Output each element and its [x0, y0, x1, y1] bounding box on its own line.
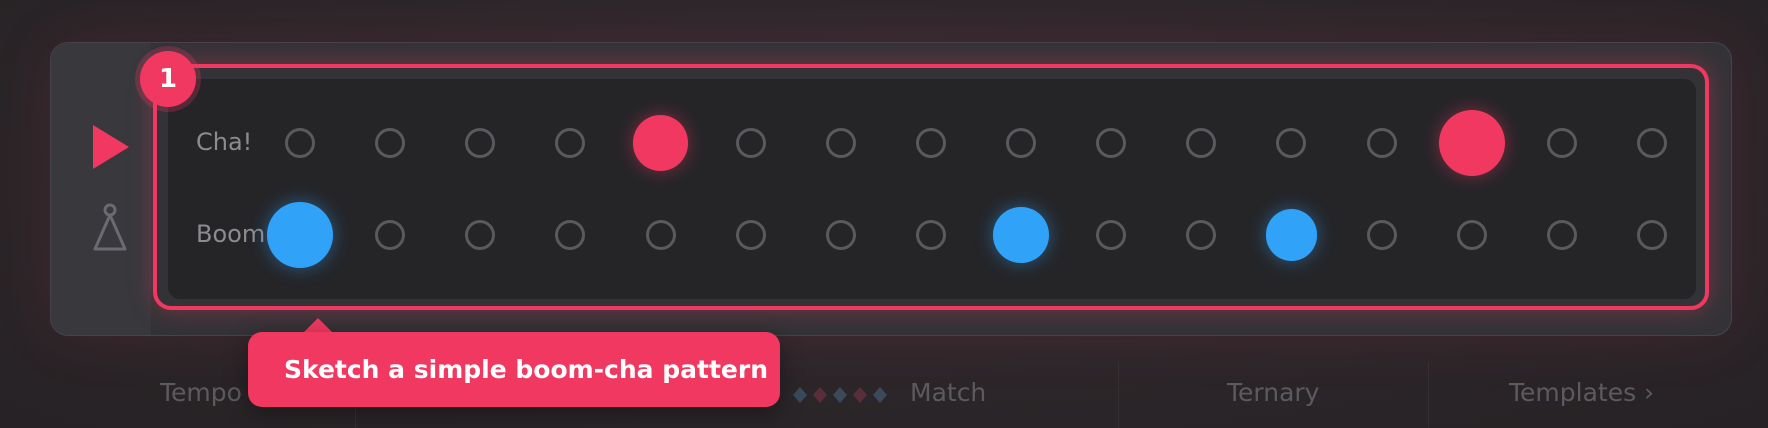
step-cell[interactable]: [915, 128, 946, 158]
step-cell[interactable]: [1366, 220, 1397, 250]
step-cell[interactable]: [285, 128, 315, 158]
step-cell[interactable]: [735, 128, 766, 158]
step-cell[interactable]: [993, 207, 1049, 263]
step-number-badge: 1: [140, 51, 196, 107]
step-cell[interactable]: [1006, 128, 1037, 158]
step-cell[interactable]: [375, 128, 406, 158]
step-cell[interactable]: [825, 220, 856, 250]
row-label-boom: Boom: [196, 220, 266, 248]
tempo-button[interactable]: Tempo: [160, 378, 242, 407]
play-icon[interactable]: [93, 125, 129, 169]
step-cell[interactable]: [1096, 220, 1127, 250]
step-cell[interactable]: [1265, 209, 1318, 261]
divider: [1428, 362, 1429, 428]
step-cell[interactable]: [735, 220, 766, 250]
ternary-button[interactable]: Ternary: [1227, 378, 1319, 407]
step-cell[interactable]: [267, 202, 333, 268]
step-cell[interactable]: [375, 220, 406, 250]
transport-sidebar: [51, 43, 151, 335]
divider: [1118, 362, 1119, 428]
step-cell[interactable]: [632, 115, 689, 171]
step-cell[interactable]: [825, 128, 856, 158]
tooltip: Sketch a simple boom-cha pattern: [248, 332, 780, 407]
step-cell[interactable]: [1637, 128, 1667, 158]
templates-button[interactable]: Templates ›: [1509, 378, 1654, 407]
step-cell[interactable]: [645, 220, 676, 250]
diamond-pattern-icon: [793, 387, 887, 403]
step-cell[interactable]: [1438, 110, 1505, 176]
metronome-icon[interactable]: [92, 203, 128, 253]
step-cell[interactable]: [1366, 128, 1397, 158]
tooltip-text: Sketch a simple boom-cha pattern: [284, 355, 768, 384]
step-cell[interactable]: [915, 220, 946, 250]
match-button[interactable]: Match: [910, 378, 986, 407]
step-cell[interactable]: [1096, 128, 1127, 158]
row-label-cha: Cha!: [196, 128, 253, 156]
step-cell[interactable]: [1546, 128, 1577, 158]
step-cell[interactable]: [1637, 220, 1667, 250]
step-cell[interactable]: [1456, 220, 1487, 250]
step-cell[interactable]: [1546, 220, 1577, 250]
